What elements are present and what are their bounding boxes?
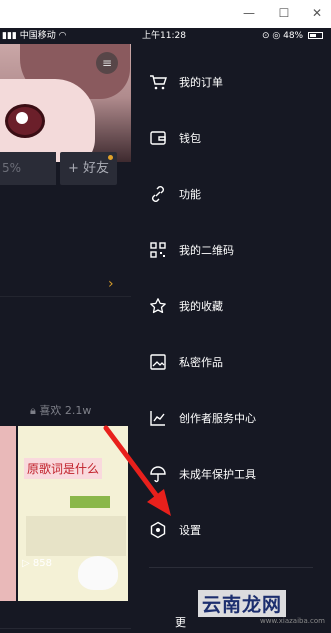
menu-item-label: 功能: [179, 188, 201, 201]
maximize-button[interactable]: ☐: [270, 4, 298, 22]
watermark: 云南龙网 www.xiazaiba.com: [198, 590, 331, 630]
play-icon: ▷: [22, 558, 30, 569]
video-thumbnail[interactable]: 原歌词是什么: [18, 426, 128, 601]
menu-icon[interactable]: ≡: [96, 52, 118, 74]
qrcode-icon: [150, 242, 166, 258]
profile-page: ▮▮▮ 中国移动 ◠ ≡ 5% + 好友 › 🔒︎ 喜欢 2.1w 原歌词是什么…: [0, 28, 131, 633]
menu-item-label: 设置: [179, 524, 201, 537]
link-icon: [152, 186, 164, 202]
minimize-button[interactable]: —: [235, 4, 263, 22]
close-button[interactable]: ✕: [303, 4, 331, 22]
status-bar: 上午11:28 ⊙ ◎ 48%: [131, 28, 331, 44]
battery-percent: 48%: [283, 31, 304, 41]
video-thumbnail[interactable]: [0, 426, 16, 601]
divider: [149, 567, 313, 568]
menu-item-creator-center[interactable]: 创作者服务中心: [131, 402, 331, 434]
menu-item-label: 我的订单: [179, 76, 223, 89]
cart-icon: [150, 75, 167, 90]
watermark-brand: 云南龙网: [198, 590, 287, 617]
likes-tab[interactable]: 🔒︎ 喜欢 2.1w: [30, 402, 91, 418]
wallet-icon: [150, 131, 166, 145]
window-title-bar: — ☐ ✕: [0, 0, 331, 28]
video-title: 原歌词是什么: [24, 458, 103, 479]
watermark-url: www.xiazaiba.com: [260, 617, 325, 625]
image-lock-icon: [150, 354, 166, 370]
star-icon: [150, 298, 166, 314]
menu-item-label: 未成年保护工具: [179, 468, 256, 481]
menu-item-my-orders[interactable]: 我的订单: [131, 66, 331, 98]
menu-item-qr-code[interactable]: 我的二维码: [131, 234, 331, 266]
rotation-lock-icon: ◎: [272, 31, 281, 41]
menu-item-label: 我的二维码: [179, 244, 234, 257]
signal-icon: ▮▮▮: [2, 31, 17, 41]
lock-icon: 🔒︎: [30, 404, 36, 417]
divider: [0, 296, 131, 297]
battery-icon: [308, 32, 323, 39]
left-status-bar: ▮▮▮ 中国移动 ◠: [0, 28, 131, 44]
chevron-right-icon[interactable]: ›: [108, 276, 114, 292]
likes-label: 喜欢 2.1w: [39, 404, 92, 417]
status-time: 上午11:28: [142, 31, 186, 41]
umbrella-icon: [150, 466, 166, 483]
bottom-tab-bar: 消息 我: [0, 628, 131, 633]
menu-item-settings[interactable]: 设置: [131, 514, 331, 546]
notification-dot: [108, 155, 113, 160]
profile-progress-field: 5%: [0, 152, 56, 185]
menu-item-features[interactable]: 功能: [131, 178, 331, 210]
menu-item-label: 创作者服务中心: [179, 412, 256, 425]
side-drawer: 上午11:28 ⊙ ◎ 48% 我的订单 钱包 功能 我的二维码 我的收藏 私密…: [131, 28, 331, 633]
carrier-label: 中国移动: [19, 31, 56, 41]
menu-item-label: 钱包: [179, 132, 201, 145]
wifi-icon: ◠: [58, 31, 67, 41]
play-count: ▷ 858: [22, 558, 52, 569]
more-services-label[interactable]: 更: [175, 614, 186, 630]
menu-item-favorites[interactable]: 我的收藏: [131, 290, 331, 322]
menu-item-label: 我的收藏: [179, 300, 223, 313]
menu-item-label: 私密作品: [179, 356, 223, 369]
cat-sticker: [78, 556, 118, 590]
menu-item-minor-protection[interactable]: 未成年保护工具: [131, 458, 331, 490]
chart-icon: [150, 411, 165, 426]
menu-item-wallet[interactable]: 钱包: [131, 122, 331, 154]
alarm-icon: ⊙: [261, 31, 270, 41]
settings-hexagon-icon: [150, 521, 166, 539]
menu-item-private-works[interactable]: 私密作品: [131, 346, 331, 378]
